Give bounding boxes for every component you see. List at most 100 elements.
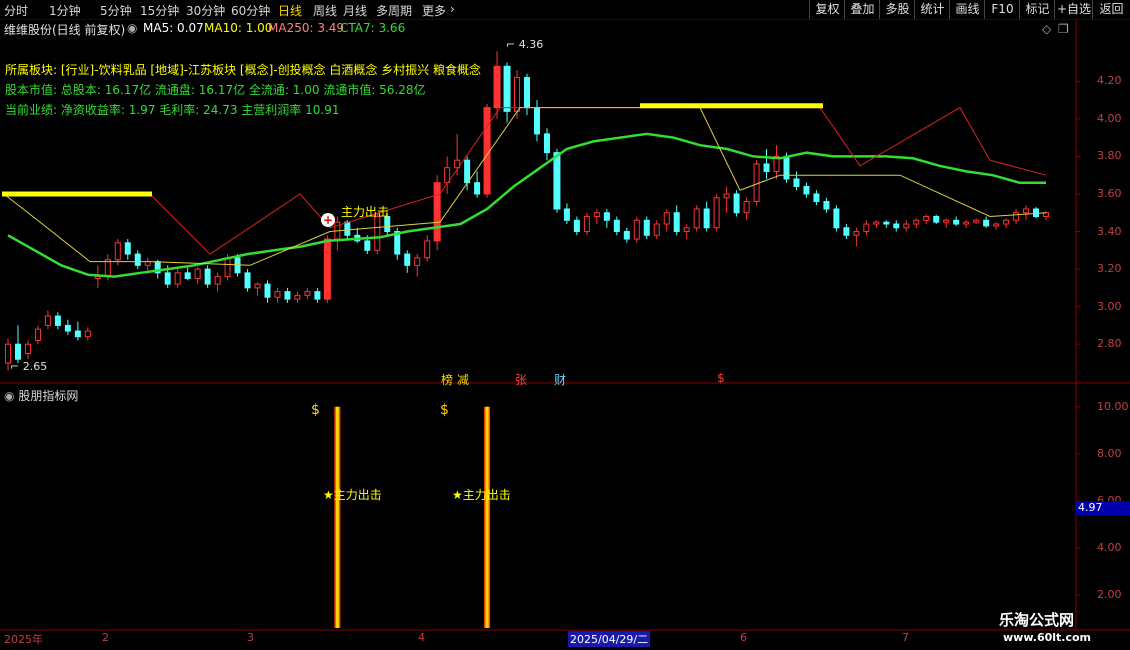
candle-body [823,200,830,210]
event-tag-finance[interactable]: 财 [554,371,566,388]
candle-body [1003,219,1010,225]
event-tag-reduce[interactable]: 减 [457,371,469,388]
candle-body [24,343,31,355]
candle-body [404,253,411,266]
candle-body [174,272,181,285]
candle-body [34,328,41,341]
sector-info: 所属板块: [行业]-饮料乳品 [地域]-江苏板块 [概念]-创投概念 白酒概念… [5,61,481,78]
chart-header: 维维股份(日线 前复权) ◉ MA5: 0.07 MA10: 1.00 MA25… [0,19,1076,37]
indicator-axis-label: 10.00 [1097,399,1129,413]
candle-body [524,77,530,109]
sector-label: 所属板块: [5,63,58,77]
candle-body [374,216,381,251]
candle-body [184,272,191,279]
price-axis-label: 4.00 [1097,111,1122,125]
candle-body [114,242,121,261]
capital-text: 总股本: 16.17亿 流通盘: 16.17亿 全流通: 1.00 流通市值: … [60,83,426,97]
candle-body [204,268,211,285]
candle-body [703,208,710,229]
signal-plus-icon[interactable]: + [321,213,335,227]
candle-body [713,197,720,229]
candle-body [953,219,960,225]
candle-body [603,212,610,221]
candle-body [813,193,820,202]
candle-body [304,291,311,296]
candle-body [94,276,101,279]
candle-body [194,268,201,279]
event-tag-zhang[interactable]: 张 [515,371,527,388]
signal-bar-inner [485,406,489,628]
high-price-value: 4.36 [518,38,544,51]
candle-body [474,182,481,195]
candle-body [224,257,231,278]
candle-body [563,208,570,221]
candle-body [883,221,890,225]
candle-body [424,240,431,259]
candle-body [613,219,620,233]
candle-body [284,291,291,300]
candle-body [963,221,970,225]
candle-body [364,240,371,251]
candle-body [733,193,740,214]
candle-body [1023,208,1030,214]
candle-body [124,242,131,255]
candle-body [923,216,930,221]
candle-body [254,283,261,289]
candle-body [943,219,950,223]
time-label-apr: 4 [418,631,425,644]
money-bag-icon: $ [311,402,320,418]
indicator-settings-icon[interactable]: ◉ [4,389,14,403]
performance-info: 当前业绩: 净资收益率: 1.97 毛利率: 24.73 主营利润率 10.91 [5,101,339,118]
watermark-logo: 乐淘公式网 www.60lt.com [985,607,1130,650]
candle-body [314,291,321,300]
candle-body [493,65,501,109]
candle-body [683,227,690,233]
candle-body [623,231,630,240]
event-tag-dollar[interactable]: $ [717,371,725,385]
candle-body [514,77,521,112]
crosshair-date: 2025/04/29/二 [568,631,651,647]
perf-label: 当前业绩: [5,103,58,117]
indicator-title: ◉ 股朋指标网 [4,387,78,404]
diamond-icon[interactable]: ◇ [1042,22,1051,36]
ma250-value: MA250: 3.49 [268,21,345,35]
candle-body [793,178,800,187]
candle-body [893,223,900,229]
indicator-axis-label: 4.00 [1097,540,1122,554]
candle-body [543,133,550,154]
candle-body [873,221,880,225]
indicator-axis-label: 2.00 [1097,588,1122,602]
ma-red-line [4,106,1047,255]
candle-body [433,182,441,242]
price-axis-label: 2.80 [1097,337,1122,351]
candle-body [753,163,760,202]
price-axis-label: 3.40 [1097,224,1122,238]
candle-body [214,276,221,285]
candle-body [44,315,51,326]
candle-body [833,208,840,229]
time-label-mar: 3 [247,631,254,644]
candle-body [803,185,810,195]
watermark-line1: 乐淘公式网 [999,611,1075,629]
settings-icon[interactable]: ◉ [127,21,137,35]
candle-body [414,257,421,266]
candle-body [693,208,700,229]
ma-green-line [7,132,1046,278]
candle-body [673,212,680,233]
candle-body [274,291,281,298]
candle-body [983,219,990,227]
ma-yellow-line [3,107,1047,266]
time-label-feb: 2 [102,631,109,644]
candle-body [64,324,71,332]
high-price-label: ⌐ 4.36 [506,38,544,51]
event-tag-bang[interactable]: 榜 [441,371,453,388]
price-axis-label: 3.00 [1097,299,1122,313]
candle-body [14,343,21,360]
ma10-value: MA10: 1.00 [204,21,273,35]
price-axis-label: 3.60 [1097,186,1122,200]
cta7-value: CTA7: 3.66 [340,21,406,35]
window-icon[interactable]: ❐ [1058,22,1069,36]
low-price-label: ⌐ 2.65 [10,360,48,373]
candle-body [134,253,141,266]
perf-text: 净资收益率: 1.97 毛利率: 24.73 主营利润率 10.91 [60,103,340,117]
